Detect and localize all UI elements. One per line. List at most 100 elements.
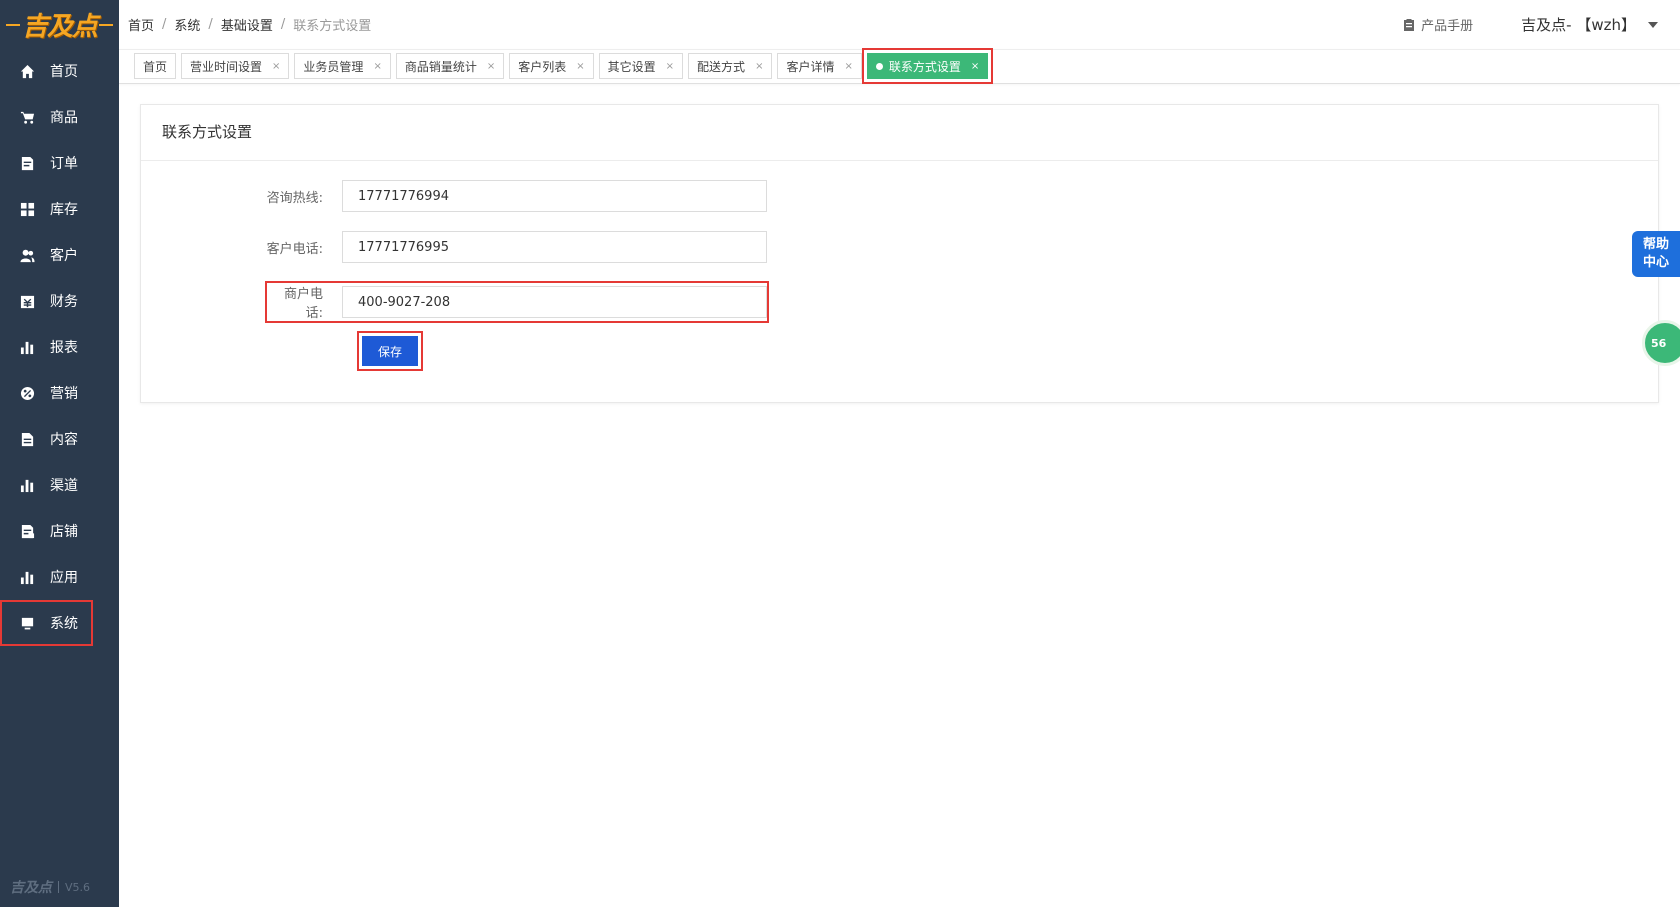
tab-delivery[interactable]: 配送方式 × — [688, 53, 773, 79]
tab-label: 其它设置 — [607, 59, 656, 74]
sidebar-item-label: 报表 — [50, 340, 78, 356]
close-icon[interactable]: × — [755, 61, 763, 72]
sidebar-item-channels[interactable]: 渠道 — [0, 462, 119, 508]
product-manual-link[interactable]: 产品手册 — [1403, 15, 1473, 34]
customer-phone-label: 客户电话: — [266, 241, 323, 257]
sidebar-item-finance[interactable]: 财务 — [0, 278, 119, 324]
breadcrumb-home[interactable]: 首页 — [128, 15, 154, 34]
tab-label: 配送方式 — [697, 59, 746, 74]
tab-salesperson[interactable]: 业务员管理 × — [294, 53, 391, 79]
logo-line-left — [6, 24, 20, 26]
bar-chart-icon — [20, 571, 34, 584]
active-dot-icon — [875, 62, 883, 70]
tab-label: 联系方式设置 — [888, 59, 961, 74]
footer-divider — [58, 881, 59, 893]
tab-customer-list[interactable]: 客户列表 × — [509, 53, 594, 79]
close-icon[interactable]: × — [844, 61, 852, 72]
caret-down-icon — [1648, 21, 1658, 28]
sidebar-item-label: 应用 — [50, 570, 78, 586]
help-center-button[interactable]: 帮助 中心 — [1632, 231, 1680, 277]
help-line-1: 帮助 — [1642, 237, 1669, 252]
breadcrumb-system[interactable]: 系统 — [174, 15, 200, 34]
document-icon — [21, 432, 34, 446]
breadcrumb-separator: / — [208, 17, 213, 32]
finance-icon — [20, 295, 35, 308]
panel-title: 联系方式设置 — [141, 105, 1658, 161]
bar-chart-icon — [20, 479, 34, 492]
sidebar-item-home[interactable]: 首页 — [0, 48, 119, 94]
header-right: 产品手册 吉及点- 【wzh】 — [1403, 14, 1680, 35]
tab-label: 业务员管理 — [303, 59, 364, 74]
merchant-phone-row: 商户电话: — [265, 281, 769, 323]
close-icon[interactable]: × — [971, 61, 979, 72]
order-icon — [21, 156, 34, 170]
sidebar-item-label: 库存 — [50, 202, 78, 218]
close-icon[interactable]: × — [666, 61, 674, 72]
tab-contact-settings[interactable]: 联系方式设置 × — [861, 48, 994, 84]
tab-other-settings[interactable]: 其它设置 × — [598, 53, 684, 79]
home-icon — [20, 64, 35, 78]
close-icon[interactable]: × — [487, 61, 495, 72]
sidebar-item-label: 店铺 — [50, 524, 78, 540]
monitor-icon — [21, 617, 34, 629]
tab-label: 首页 — [143, 59, 168, 74]
user-menu[interactable]: 吉及点- 【wzh】 — [1521, 14, 1658, 35]
breadcrumb-current: 联系方式设置 — [293, 19, 372, 34]
save-button[interactable]: 保存 — [362, 336, 418, 366]
merchant-phone-label: 商户电话: — [283, 287, 323, 321]
sidebar-item-label: 系统 — [50, 616, 78, 632]
save-button-highlight: 保存 — [357, 331, 423, 371]
grid-icon — [20, 202, 35, 216]
breadcrumb-separator: / — [162, 17, 167, 32]
sidebar-item-label: 首页 — [50, 64, 78, 80]
sidebar-item-label: 商品 — [50, 110, 78, 126]
customer-phone-row: 客户电话: — [141, 231, 767, 263]
close-icon[interactable]: × — [576, 61, 584, 72]
close-icon[interactable]: × — [373, 61, 381, 72]
sidebar-item-goods[interactable]: 商品 — [0, 94, 119, 140]
tab-label: 营业时间设置 — [190, 59, 263, 74]
close-icon[interactable]: × — [272, 61, 280, 72]
tab-customer-detail[interactable]: 客户详情 × — [777, 53, 862, 79]
sidebar-item-label: 内容 — [50, 432, 78, 448]
sidebar-item-reports[interactable]: 报表 — [0, 324, 119, 370]
breadcrumb: 首页 / 系统 / 基础设置 / 联系方式设置 — [119, 15, 371, 34]
sidebar-item-content[interactable]: 内容 — [0, 416, 119, 462]
sidebar-item-customers[interactable]: 客户 — [0, 232, 119, 278]
sidebar-item-stores[interactable]: 店铺 — [0, 508, 119, 554]
logo-text: 吉及点 — [21, 11, 98, 42]
sidebar-item-orders[interactable]: 订单 — [0, 140, 119, 186]
product-manual-label: 产品手册 — [1421, 19, 1474, 34]
sidebar-footer: 吉及点 V5.6 — [0, 877, 119, 897]
hotline-input[interactable] — [342, 180, 767, 212]
hotline-label: 咨询热线: — [266, 190, 323, 206]
breadcrumb-basic-settings[interactable]: 基础设置 — [221, 15, 273, 34]
hotline-row: 咨询热线: — [141, 180, 767, 212]
sidebar-item-system[interactable]: 系统 — [0, 600, 93, 646]
sidebar-item-apps[interactable]: 应用 — [0, 554, 119, 600]
tab-business-hours[interactable]: 营业时间设置 × — [181, 53, 290, 79]
logo-line-right — [99, 24, 113, 26]
sidebar-item-label: 渠道 — [50, 478, 78, 494]
user-label: 吉及点- 【wzh】 — [1521, 16, 1636, 34]
floating-badge[interactable]: 56 — [1642, 320, 1680, 366]
merchant-phone-input[interactable] — [342, 286, 767, 318]
sidebar-item-label: 订单 — [50, 156, 78, 172]
tab-label: 客户列表 — [518, 59, 567, 74]
store-icon — [21, 524, 35, 538]
sidebar-item-label: 营销 — [50, 386, 78, 402]
customer-phone-input[interactable] — [342, 231, 767, 263]
help-line-2: 中心 — [1642, 255, 1669, 270]
logo[interactable]: 吉及点 — [0, 0, 119, 48]
footer-logo: 吉及点 — [10, 880, 52, 896]
cart-icon — [20, 111, 35, 124]
users-icon — [20, 249, 35, 262]
tab-home[interactable]: 首页 — [134, 53, 177, 79]
floating-badge-label: 56 — [1651, 336, 1667, 350]
tab-bar: 首页 营业时间设置 × 业务员管理 × 商品销量统计 × 客户列表 × 其它设置… — [119, 48, 1680, 84]
breadcrumb-separator: / — [280, 17, 286, 32]
tab-sales-stats[interactable]: 商品销量统计 × — [395, 53, 505, 79]
sidebar: 吉及点 首页 商品 订单 库存 客户 财务 报表 营销 内容 渠道 店铺 应用 … — [0, 0, 119, 907]
sidebar-item-inventory[interactable]: 库存 — [0, 186, 119, 232]
sidebar-item-marketing[interactable]: 营销 — [0, 370, 119, 416]
